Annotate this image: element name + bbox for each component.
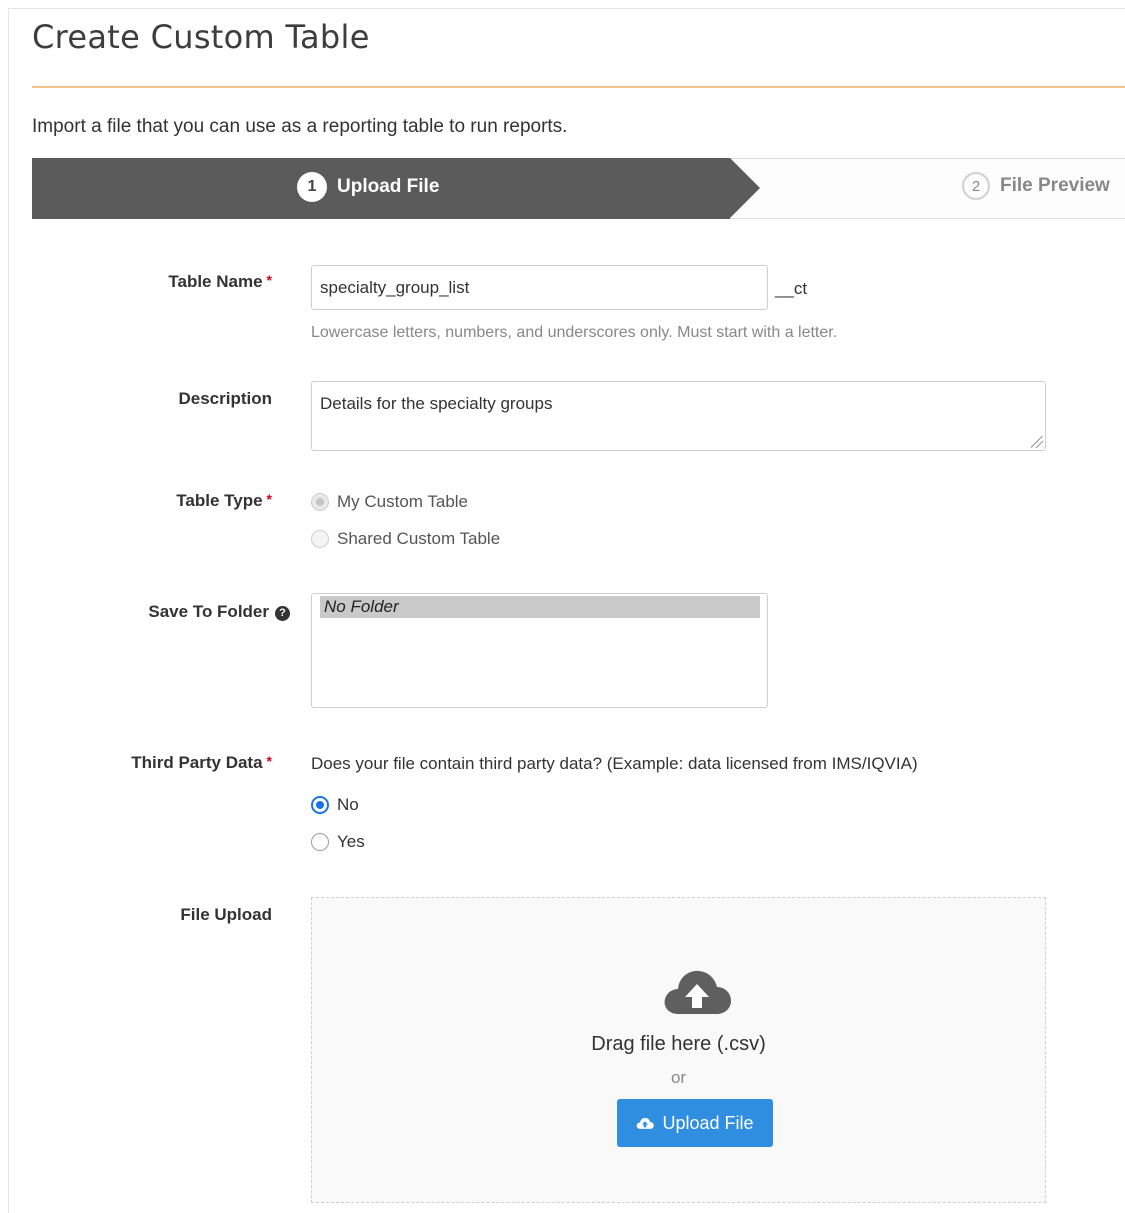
or-separator: or (670, 1068, 687, 1087)
table-name-input[interactable] (311, 265, 768, 310)
step-2-number: 2 (962, 172, 990, 200)
drag-file-text: Drag file here (.csv) (591, 1033, 766, 1055)
step-1[interactable]: 1 Upload File (297, 172, 439, 202)
radio-no-label: No (337, 795, 359, 814)
radio-shared-custom-table-label: Shared Custom Table (337, 529, 501, 548)
radio-my-custom-table[interactable] (311, 493, 329, 511)
third-party-label: Third Party Data * (131, 753, 272, 773)
radio-yes[interactable] (311, 833, 329, 851)
table-type-option-my[interactable]: My Custom Table (311, 492, 468, 512)
third-party-question: Does your file contain third party data?… (311, 754, 918, 773)
table-name-suffix: __ct (775, 279, 808, 298)
third-party-option-yes[interactable]: Yes (311, 832, 365, 852)
table-type-label-text: Table Type (176, 491, 263, 510)
file-dropzone[interactable]: Drag file here (.csv) or Upload File (311, 897, 1046, 1203)
folder-option-no-folder[interactable]: No Folder (320, 596, 760, 618)
step-2[interactable]: 2 File Preview (962, 172, 1110, 200)
folder-listbox[interactable]: No Folder (311, 593, 768, 708)
save-to-folder-label: Save To Folder? (148, 602, 290, 622)
resize-grip-icon[interactable] (1031, 436, 1043, 448)
upload-file-button-label: Upload File (662, 1112, 754, 1133)
table-name-label-text: Table Name (168, 272, 263, 291)
wizard-stepper: 1 Upload File 2 File Preview (32, 158, 1125, 220)
description-label: Description (178, 389, 272, 408)
required-marker: * (266, 272, 272, 288)
file-upload-label: File Upload (180, 905, 272, 924)
upload-file-button[interactable]: Upload File (617, 1099, 773, 1147)
third-party-option-no[interactable]: No (311, 795, 359, 815)
required-marker: * (266, 753, 272, 769)
title-divider (32, 86, 1125, 88)
step-arrow-shape (730, 158, 760, 218)
radio-my-custom-table-label: My Custom Table (337, 492, 469, 511)
description-textarea[interactable]: Details for the specialty groups (311, 381, 1046, 451)
radio-shared-custom-table[interactable] (311, 530, 329, 548)
table-type-label: Table Type * (176, 491, 272, 511)
radio-yes-label: Yes (337, 832, 365, 851)
radio-no[interactable] (311, 796, 329, 814)
save-to-folder-label-text: Save To Folder (148, 602, 269, 621)
step-1-number: 1 (297, 172, 327, 202)
cloud-upload-icon (664, 970, 731, 1014)
step-1-label: Upload File (337, 176, 440, 197)
table-name-help: Lowercase letters, numbers, and undersco… (311, 324, 838, 341)
cloud-upload-small-icon (637, 1117, 655, 1129)
question-circle-icon[interactable]: ? (275, 606, 290, 621)
step-2-label: File Preview (1000, 175, 1110, 196)
third-party-label-text: Third Party Data (131, 753, 263, 772)
required-marker: * (266, 491, 272, 507)
page-intro: Import a file that you can use as a repo… (32, 116, 568, 137)
table-name-label: Table Name * (168, 272, 272, 292)
page-title: Create Custom Table (32, 18, 370, 56)
table-type-option-shared[interactable]: Shared Custom Table (311, 529, 500, 549)
